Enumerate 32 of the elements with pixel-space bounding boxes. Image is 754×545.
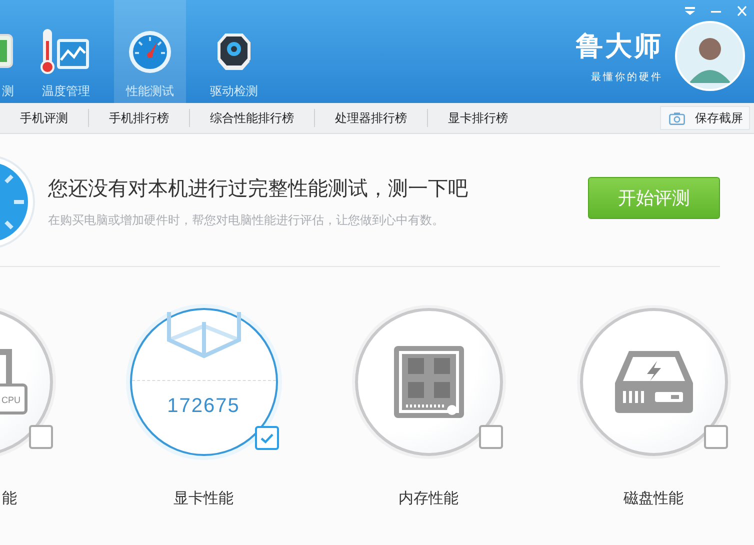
close-icon[interactable]: [736, 6, 748, 16]
headline: 您还没有对本机进行过完整性能测试，测一下吧: [48, 177, 468, 202]
score: 172675: [167, 395, 240, 418]
sub-nav-link[interactable]: 处理器排行榜: [315, 110, 427, 126]
brand-name: 鲁大师: [576, 30, 663, 62]
test-circle[interactable]: CPU: [0, 308, 52, 456]
sub-nav-link[interactable]: 综合性能排行榜: [190, 110, 314, 126]
card-label: 磁盘性能: [624, 489, 684, 508]
start-test-button[interactable]: 开始评测: [588, 177, 720, 219]
nav-tab[interactable]: 性能测试: [114, 0, 186, 103]
gauge-icon: [127, 29, 173, 75]
description: 在购买电脑或增加硬件时，帮您对电脑性能进行评估，让您做到心中有数。: [48, 212, 445, 229]
memory-chip-icon: [392, 344, 466, 420]
check-icon: [260, 432, 274, 444]
camera-icon: [669, 112, 685, 124]
save-screenshot-button[interactable]: 保存截屏: [660, 106, 750, 130]
checkbox[interactable]: [28, 425, 52, 449]
checkbox[interactable]: [478, 425, 502, 449]
card-label: 显卡性能: [174, 489, 234, 508]
nav-tab[interactable]: 温度管理: [30, 0, 102, 103]
sub-nav-link[interactable]: 手机排行榜: [89, 110, 189, 126]
sub-nav-link[interactable]: 显卡排行榜: [428, 110, 528, 126]
nav-tab[interactable]: 驱动检测: [198, 0, 270, 103]
nav-tab[interactable]: 测: [0, 0, 18, 103]
checkbox[interactable]: [704, 425, 728, 449]
brand-tagline: 最懂你的硬件: [591, 70, 663, 84]
dropdown-icon[interactable]: [684, 6, 696, 16]
thermometer-chart-icon: [40, 27, 92, 75]
sub-nav-link[interactable]: 手机评测: [0, 110, 88, 126]
card-label: 能: [2, 489, 17, 508]
card-label: 内存性能: [398, 489, 458, 508]
checkbox[interactable]: [254, 426, 278, 450]
